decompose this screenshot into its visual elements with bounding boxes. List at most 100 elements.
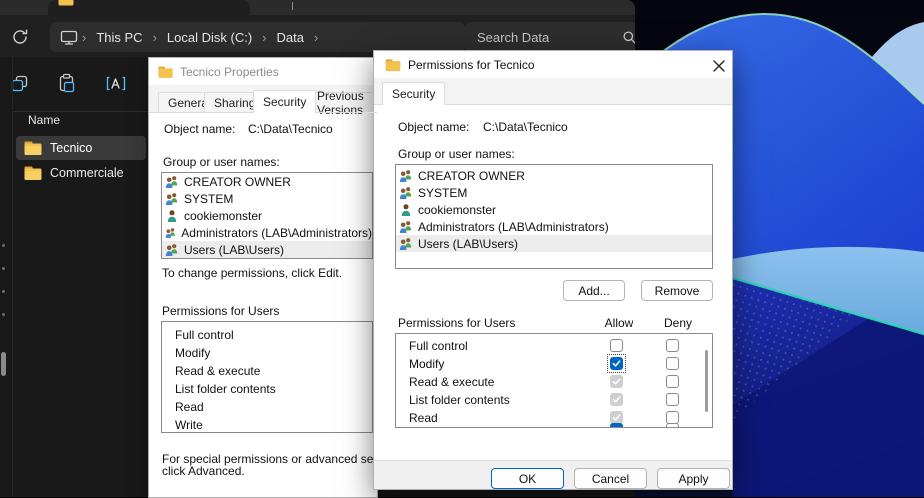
group-list-label: Group or user names: [398,147,515,161]
close-icon[interactable] [709,56,729,76]
permission-row[interactable]: Full control [162,326,372,344]
ok-button[interactable]: OK [491,468,564,489]
list-item[interactable]: Administrators (LAB\Administrators) [396,218,712,235]
group-list-label: Group or user names: [163,155,280,169]
breadcrumb-separator: › [78,30,90,45]
list-item[interactable]: CREATOR OWNER [162,173,372,190]
list-item-selected[interactable]: Users (LAB\Users) [162,241,372,258]
nav-tree-dot [2,267,5,270]
list-item[interactable]: Administrators (LAB\Administrators) [162,224,372,241]
table-scrollbar-thumb[interactable] [705,350,708,412]
nav-scrollbar-thumb[interactable] [1,352,6,376]
breadcrumb-local-disk-c[interactable]: Local Disk (C:) [161,30,258,45]
tecnico-properties-dialog: Tecnico Properties General Sharing Secur… [148,57,378,498]
list-item[interactable]: SYSTEM [396,184,712,201]
tab-security[interactable]: Security [253,90,316,113]
remove-button[interactable]: Remove [641,280,713,301]
permissions-label: Permissions for Users [398,316,515,330]
address-bar[interactable]: › This PC › Local Disk (C:) › Data › [50,22,465,52]
folder-icon [24,166,42,181]
search-box[interactable]: Search Data [465,22,635,52]
paste-icon[interactable] [56,73,77,94]
breadcrumb-separator: › [258,30,270,45]
group-icon [165,226,176,240]
breadcrumb-data[interactable]: Data [271,30,310,45]
object-name-label: Object name: [398,120,469,134]
breadcrumb-separator: › [149,30,161,45]
tab-previous-versions[interactable]: Previous Versions [307,92,378,112]
file-name: Tecnico [50,141,92,155]
deny-checkbox-list-folder[interactable] [666,393,679,406]
permission-row[interactable]: Modify [162,344,372,362]
file-name: Commerciale [50,166,124,180]
group-user-list[interactable]: CREATOR OWNER SYSTEM cookiemonster Admin… [161,172,373,259]
user-icon [165,209,179,223]
permission-row-modify: Modify [396,355,712,373]
list-item[interactable]: cookiemonster [396,201,712,218]
deny-checkbox-full-control[interactable] [666,339,679,352]
permission-row-read: Read [396,409,712,427]
dialog-title: Tecnico Properties [180,65,279,79]
add-button[interactable]: Add... [563,280,625,301]
advanced-hint-line2: click Advanced. [162,464,245,478]
nav-tree-dot [2,244,5,247]
permission-row[interactable]: Read & execute [162,362,372,380]
deny-checkbox-modify[interactable] [666,357,679,370]
permissions-table[interactable]: Full control Modify Read & execute List … [395,333,713,428]
column-header-name[interactable]: Name [28,113,60,127]
dialog-folder-icon [158,66,173,79]
apply-button[interactable]: Apply [657,468,730,489]
allow-checkbox-write-partial[interactable] [610,423,623,427]
deny-checkbox-write-partial[interactable] [666,423,679,427]
breadcrumb-expand-chevron[interactable]: › [310,30,322,45]
rename-icon[interactable] [105,73,127,94]
refresh-icon[interactable] [11,28,29,46]
edit-hint: To change permissions, click Edit. [162,266,342,280]
permission-row[interactable]: List folder contents [162,380,372,398]
nav-tree-dot [2,313,5,316]
allow-checkbox-modify[interactable] [610,357,623,370]
deny-checkbox-read-execute[interactable] [666,375,679,388]
allow-checkbox-list-folder[interactable] [610,393,623,406]
permissions-for-tecnico-dialog: Permissions for Tecnico Security Object … [373,50,733,490]
explorer-tab-bar [0,0,635,15]
group-icon [399,186,413,200]
user-icon [399,203,413,217]
permission-row[interactable]: Write [162,416,372,433]
allow-checkbox-full-control[interactable] [610,339,623,352]
tab-folder-icon [58,0,74,6]
this-pc-icon [60,29,78,46]
dialog-folder-icon [385,59,401,72]
permissions-label: Permissions for Users [162,304,279,318]
tab-security[interactable]: Security [382,82,445,105]
group-icon [165,243,179,257]
allow-checkbox-read-execute[interactable] [610,375,623,388]
dialog-title: Permissions for Tecnico [408,58,535,72]
search-icon[interactable] [622,30,635,45]
group-icon [165,175,179,189]
cancel-button[interactable]: Cancel [574,468,647,489]
list-item[interactable]: CREATOR OWNER [396,167,712,184]
explorer-active-tab[interactable] [48,0,250,15]
group-icon [399,220,413,234]
permission-row-read-execute: Read & execute [396,373,712,391]
list-item[interactable]: cookiemonster [162,207,372,224]
group-icon [399,237,413,251]
file-row-commerciale[interactable]: Commerciale [16,161,146,185]
object-name-label: Object name: [164,122,235,136]
group-icon [165,192,179,206]
permissions-list[interactable]: Full control Modify Read & execute List … [161,321,373,433]
group-user-list[interactable]: CREATOR OWNER SYSTEM cookiemonster Admin… [395,164,713,269]
permission-row[interactable]: Read [162,398,372,416]
search-input[interactable]: Search Data [477,30,549,45]
file-row-tecnico[interactable]: Tecnico [16,136,146,160]
breadcrumb-this-pc[interactable]: This PC [90,30,148,45]
nav-pane-divider [12,57,13,497]
object-name-value: C:\Data\Tecnico [483,120,568,134]
tab-caret [292,2,293,10]
folder-icon [24,141,42,156]
list-item[interactable]: SYSTEM [162,190,372,207]
list-item-selected[interactable]: Users (LAB\Users) [396,235,712,252]
permission-row-full-control: Full control [396,337,712,355]
allow-column-header: Allow [603,316,635,330]
